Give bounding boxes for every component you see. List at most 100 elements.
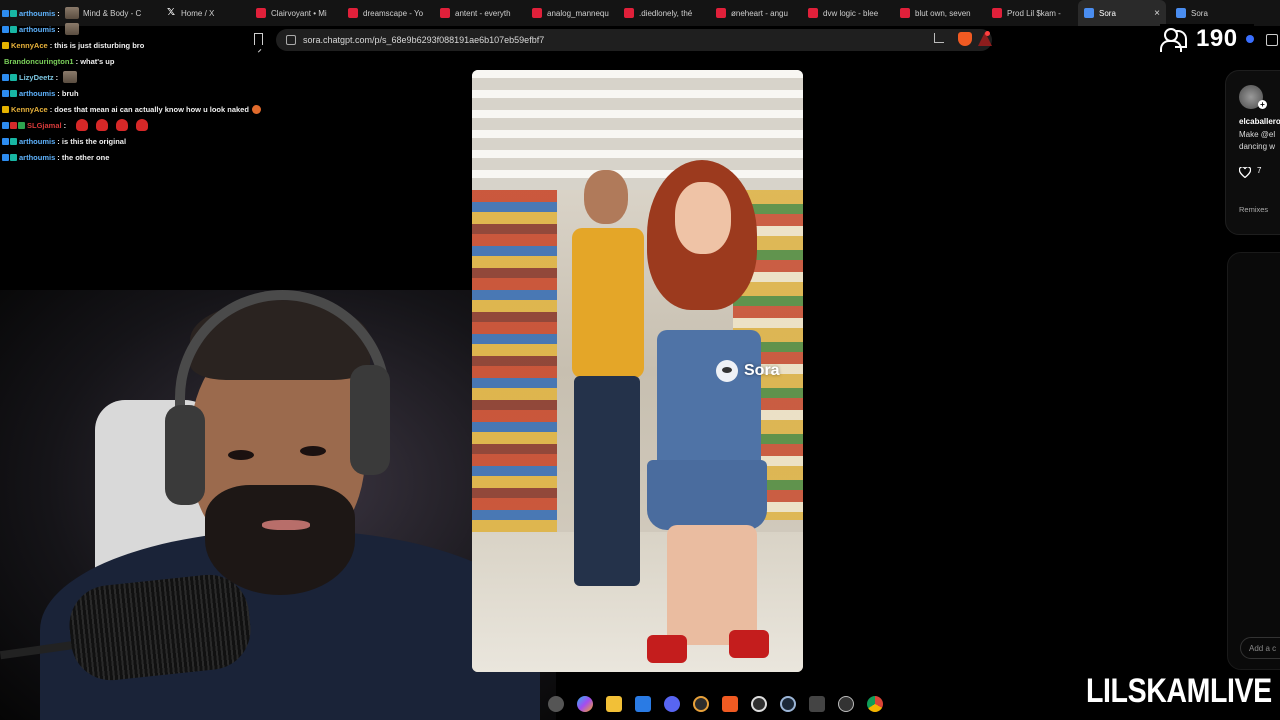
steam-icon[interactable] [780,696,796,712]
tab-label: dreamscape - Yo [363,8,424,18]
tab-label: Sora [1191,8,1208,18]
browser-tab[interactable]: øneheart - angu [710,0,800,26]
chat-text: does that mean ai can actually know how … [54,104,249,114]
share-icon[interactable] [934,33,944,43]
chat-message: arthoumis : [2,21,302,37]
youtube-icon [624,8,634,18]
eye [228,450,254,460]
emote-icon [76,119,89,131]
badge-icon [10,153,17,161]
eye [300,446,326,456]
headphone-cup [165,405,205,505]
chat-username[interactable]: arthoumis [19,89,55,98]
browser-tab[interactable]: dreamscape - Yo [342,0,432,26]
chat-text: this is just disturbing bro [54,40,145,50]
4k-downloader-icon[interactable] [838,696,854,712]
badge-icon [10,121,17,129]
address-bar-row: sora.chatgpt.com/p/s_68e9b6293f088191ae6… [250,28,1000,52]
chat-separator: : [63,120,69,130]
file-explorer-icon[interactable] [606,696,622,712]
sora-icon [1176,8,1186,18]
url-field[interactable]: sora.chatgpt.com/p/s_68e9b6293f088191ae6… [276,29,992,51]
chat-message: Brandoncurington1 : what's up [2,53,302,69]
youtube-icon [992,8,1002,18]
extensions-icon[interactable] [1266,34,1278,46]
taskbar-search-icon[interactable] [548,696,564,712]
channel-name-overlay: LILSKAMLIVE [1086,672,1272,710]
sora-watermark: Sora [716,360,780,382]
chat-badges [2,9,17,17]
headphone-cup [350,365,390,475]
post-info-panel: + elcaballero Make @el dancing w 7 Remix… [1225,70,1280,235]
chat-badges [2,89,17,97]
viewer-count: 190 [1196,25,1238,52]
chat-username[interactable]: arthoumis [19,153,55,162]
copilot-icon[interactable] [577,696,593,712]
emote-icon [136,119,149,131]
chrome-icon[interactable] [867,696,883,712]
chat-separator: : [57,24,62,34]
app-icon[interactable] [693,696,709,712]
youtube-icon [532,8,542,18]
chat-message: arthoumis : the other one [2,149,302,165]
chat-message: LizyDeetz : [2,69,302,85]
heart-icon[interactable] [1239,167,1251,178]
tab-label: blut own, seven [915,8,971,18]
windows-taskbar [540,692,890,716]
sora-icon [1084,8,1094,18]
chat-username[interactable]: arthoumis [19,137,55,146]
sora-video-player[interactable]: Sora [472,70,803,672]
chat-username[interactable]: KennyAce [11,41,48,50]
chat-message: KennyAce : does that mean ai can actuall… [2,101,302,117]
mouth [262,520,310,530]
browser-tab[interactable]: analog_mannequ [526,0,616,26]
comment-input[interactable]: Add a c [1240,637,1280,659]
like-count: 7 [1257,166,1262,175]
follow-plus-icon[interactable]: + [1258,100,1267,109]
chat-message: arthoumis : is this the original [2,133,302,149]
discord-icon[interactable] [664,696,680,712]
browser-tab[interactable]: Sora [1170,0,1234,26]
chat-separator: : [55,72,61,82]
browser-tab[interactable]: Sora × [1078,0,1166,26]
chat-username[interactable]: LizyDeetz [19,73,54,82]
badge-icon [2,73,9,81]
browser-tab[interactable]: antent - everyth [434,0,524,26]
youtube-icon [716,8,726,18]
browser-tab[interactable]: blut own, seven [894,0,984,26]
post-username[interactable]: elcaballero [1239,117,1280,126]
comments-panel: Add a c [1227,252,1280,670]
chat-username[interactable]: KennyAce [11,105,48,114]
emote-icon [251,104,261,114]
badge-icon [2,9,9,17]
obs-icon[interactable] [751,696,767,712]
store-shelf [472,190,557,570]
tab-label: dvw logic - blee [823,8,879,18]
close-icon[interactable]: × [1154,8,1160,19]
browser-tab[interactable]: .diedlonely, thé [618,0,708,26]
remixes-label[interactable]: Remixes [1239,205,1268,214]
badge-icon [10,9,17,17]
chat-text: bruh [61,88,79,98]
chat-badges [2,153,17,161]
browser-tab[interactable]: dvw logic - blee [802,0,892,26]
keyboard-app-icon[interactable] [809,696,825,712]
chat-username[interactable]: SLGjamal [27,121,62,130]
badge-icon [10,137,17,145]
browser-tab[interactable]: Prod Lil $kam - [986,0,1076,26]
youtube-icon [440,8,450,18]
chat-username[interactable]: arthoumis [19,25,55,34]
store-icon[interactable] [635,696,651,712]
chat-message: arthoumis : [2,5,302,21]
brave-browser-icon[interactable] [722,696,738,712]
chat-separator: : [57,8,62,18]
tab-label: Prod Lil $kam - [1007,8,1061,18]
chat-username[interactable]: arthoumis [19,9,55,18]
badge-icon [2,41,9,49]
chat-username[interactable]: Brandoncurington1 [4,57,74,66]
brave-shields-icon[interactable] [958,32,972,46]
chat-badges [2,137,17,145]
badge-icon [2,121,9,129]
notification-dot [985,31,990,36]
youtube-icon [900,8,910,18]
